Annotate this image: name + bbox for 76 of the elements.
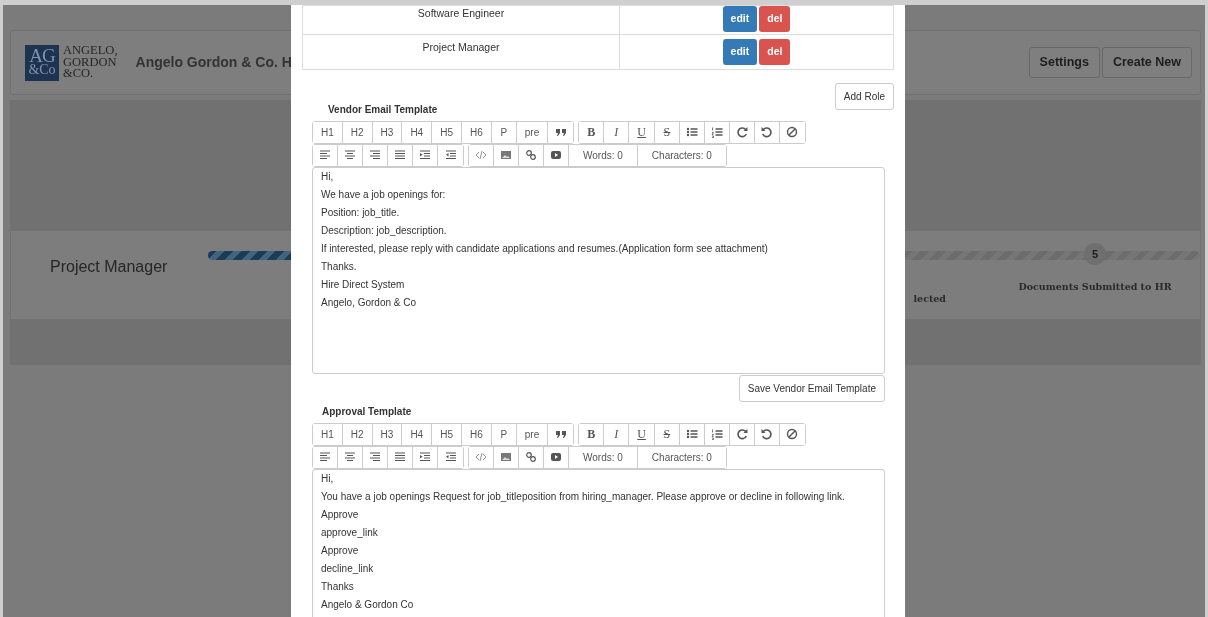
align-center-icon [344, 451, 356, 463]
align-center-icon [344, 149, 356, 161]
editor-text: Approve [321, 508, 360, 521]
app-title: Angelo Gordon & Co. H [135, 53, 292, 72]
editor-text: Thanks [321, 580, 355, 593]
align-left-button[interactable] [313, 446, 338, 468]
editor-text: Hi, [321, 170, 335, 183]
editor-text: approve_link [321, 526, 379, 539]
redo-icon [735, 126, 748, 138]
job-title: Project Manager [50, 257, 168, 277]
circle-slash-icon [786, 428, 799, 440]
align-right-icon [369, 451, 381, 463]
code-icon [475, 149, 487, 161]
section-title: Vendor Email Template [328, 102, 439, 117]
save-template-button[interactable]: Save Vendor Email Template [738, 374, 885, 402]
numbered-list-icon [710, 126, 723, 138]
align-justify-icon [394, 451, 406, 463]
align-right-icon [369, 149, 381, 161]
step-label: Documents Submitted to HR [1017, 280, 1173, 294]
play-icon [550, 451, 562, 463]
align-left-button[interactable] [313, 144, 338, 166]
undo-icon [760, 428, 773, 440]
bullet-list-icon [685, 428, 698, 440]
editor-text: Position: job_title. [321, 206, 401, 219]
code-button[interactable] [469, 144, 494, 166]
code-button[interactable] [469, 446, 494, 468]
code-icon [475, 451, 487, 463]
section-title: Approval Template [322, 404, 413, 419]
editor-text: If interested, please reply with candidate applications and resumes.(Application form see attachment) [321, 242, 769, 255]
link-icon [525, 149, 537, 161]
editor-text: Angelo & Gordon Co [321, 598, 415, 611]
logo-mark: AG &Co [25, 44, 59, 81]
circle-slash-icon [786, 126, 799, 138]
delete-button[interactable]: del [759, 38, 791, 65]
bold-button[interactable]: B [579, 121, 605, 143]
align-justify-icon [394, 149, 406, 161]
bold-button[interactable]: B [579, 423, 605, 445]
create-new-button[interactable]: Create New [1101, 47, 1192, 78]
add-role-button[interactable]: Add Role [834, 82, 894, 110]
indent-icon [419, 149, 431, 161]
align-left-icon [319, 149, 331, 161]
role-name: Project Manager [302, 34, 620, 69]
indent-icon [419, 451, 431, 463]
editor-text: Angelo, Gordon & Co [321, 296, 418, 309]
outdent-icon [444, 451, 457, 463]
editor-text: Description: job_description. [321, 224, 448, 237]
role-name: Software Engineer [302, 5, 620, 35]
edit-button[interactable]: edit [722, 6, 758, 32]
editor-text: You have a job openings Request for job_titleposition from hiring_manager. Please approve or decline in following link. [321, 490, 846, 503]
redo-icon [735, 428, 748, 440]
step-label: lected [913, 292, 946, 306]
bullet-list-icon [685, 126, 698, 138]
numbered-list-icon [710, 428, 723, 440]
play-icon [550, 149, 562, 161]
image-icon [500, 451, 512, 463]
editor-text: Thanks. [321, 260, 358, 273]
editor-text: Hire Direct System [321, 278, 406, 291]
format-button[interactable]: H1 [313, 423, 343, 445]
text-editor[interactable]: Hi, You have a job openings Request for job_titleposition from hiring_manager. Please approve or decline in following link. Approve approve_link Approve decline_link Thanks Angelo & Gordon Co [312, 468, 885, 617]
step-number: 5 [1084, 243, 1106, 265]
quote-icon [554, 428, 567, 440]
undo-icon [760, 126, 773, 138]
quote-icon [554, 126, 567, 138]
logo-text: ANGELO, GORDON &CO. [63, 44, 118, 81]
link-icon [525, 451, 537, 463]
settings-button[interactable]: Settings [1028, 47, 1100, 78]
outdent-icon [444, 149, 457, 161]
editor-text: We have a job openings for: [321, 188, 447, 201]
editor-text: Hi, [321, 472, 335, 485]
format-button[interactable]: H1 [313, 121, 343, 143]
editor-text: decline_link [321, 562, 375, 575]
image-icon [500, 149, 512, 161]
delete-button[interactable]: del [759, 6, 791, 32]
align-left-icon [319, 451, 331, 463]
editor-text: Approve [321, 544, 360, 557]
edit-button[interactable]: edit [722, 38, 758, 65]
